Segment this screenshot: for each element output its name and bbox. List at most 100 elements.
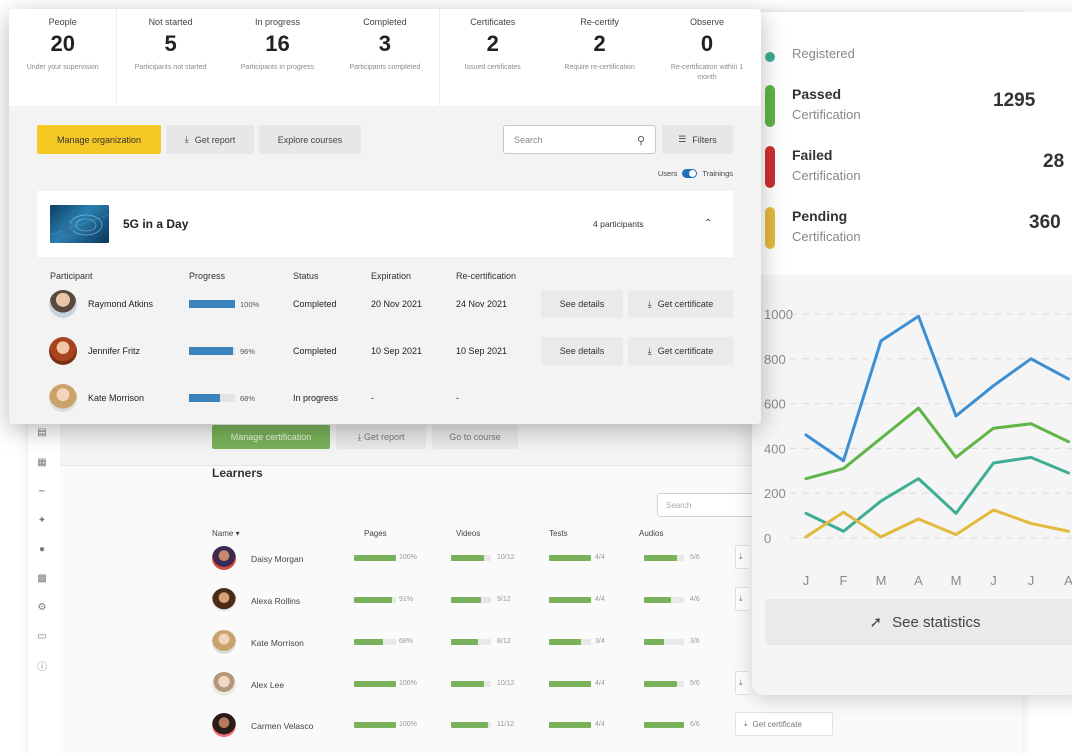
see-details-button[interactable]: See details [541, 290, 623, 318]
get-certificate-label: Get certificate [657, 299, 714, 309]
explore-courses-button[interactable]: Explore courses [259, 125, 361, 154]
folder-icon[interactable]: ▭ [36, 630, 48, 642]
download-icon: ⤓ [739, 594, 743, 603]
progress-bar [189, 394, 235, 402]
person-icon[interactable]: ✦ [36, 514, 48, 526]
stat-value: 5 [164, 31, 177, 56]
videos-value: 8/12 [497, 638, 511, 645]
avatar [212, 713, 236, 737]
back-get-report-button[interactable]: ⤓ Get report [336, 425, 426, 449]
course-title: 5G in a Day [123, 217, 189, 231]
x-tick-label: A [914, 573, 923, 588]
stat-value: 2 [486, 31, 499, 56]
course-thumbnail-art [50, 214, 109, 236]
stat-value: 2 [593, 31, 606, 56]
tests-value: 4/4 [595, 554, 605, 561]
see-statistics-button[interactable]: ➚ See statistics [765, 599, 1072, 645]
avatar [49, 384, 77, 412]
trend-icon[interactable]: ∼ [36, 485, 48, 497]
tests-progress-bar [549, 722, 591, 728]
get-certificate-button[interactable]: ⤓ Get certificate [628, 337, 733, 365]
go-to-course-button[interactable]: Go to course [432, 425, 518, 449]
pages-value: 68% [399, 638, 414, 645]
participant-row: Raymond Atkins 100% Completed 20 Nov 2021 24… [49, 289, 734, 319]
stat-sub: Issued certificates [464, 64, 521, 71]
tests-progress-bar [549, 681, 591, 687]
users-icon[interactable]: ● [36, 543, 48, 555]
audios-value: 4/6 [690, 596, 700, 603]
x-tick-label: M [876, 573, 887, 588]
passed-name: Passed [792, 86, 842, 102]
filters-button[interactable]: ☰ Filters [662, 125, 733, 154]
pages-progress-bar [354, 597, 396, 603]
calendar-icon[interactable]: ▦ [36, 456, 48, 468]
clipboard-icon[interactable]: ▤ [36, 426, 48, 438]
tests-progress-bar [549, 639, 591, 645]
download-icon: ⤓ [184, 134, 189, 144]
col-videos: Videos [456, 529, 481, 538]
get-certificate-button[interactable]: ⤓ Get certificate [628, 290, 733, 318]
registered-legend-swatch [765, 52, 775, 62]
expiration-date: 10 Sep 2021 [371, 346, 423, 356]
col-name[interactable]: Name ▾ [212, 529, 240, 538]
videos-progress-bar [451, 722, 491, 728]
progress-value: 96% [240, 347, 256, 356]
learners-search-input[interactable]: Search [657, 493, 767, 517]
learner-download-button[interactable]: ⤓ [735, 671, 749, 695]
col-participant: Participant [50, 271, 93, 281]
stat-value: 0 [700, 31, 714, 56]
participant-row: Kate Morrison 68% In progress - - [49, 383, 734, 413]
avatar [212, 630, 236, 654]
gear-icon[interactable]: ⚙ [36, 601, 48, 613]
recertification-date: - [456, 393, 459, 403]
download-icon: ⤓ [739, 552, 743, 561]
x-tick-label: J [990, 573, 997, 588]
pages-progress-bar [354, 555, 396, 561]
learners-title: Learners [212, 466, 263, 480]
chevron-up-icon[interactable]: ⌃ [704, 218, 712, 229]
pages-progress-bar [354, 681, 396, 687]
get-report-label: Get report [194, 134, 236, 145]
registered-label: Registered [792, 46, 855, 61]
see-details-button[interactable]: See details [541, 337, 623, 365]
stat-5: Re-certify 2 Require re-certification [546, 9, 653, 106]
stat-sub: Under your supervision [26, 64, 99, 71]
tests-value: 3/4 [595, 638, 605, 645]
pages-value: 91% [399, 596, 414, 603]
learner-row: Carmen Velasco 100% 11/12 4/4 6/6 ⤓ Get certif… [212, 711, 852, 739]
manage-certification-button[interactable]: Manage certification [212, 425, 330, 449]
stat-sub: Re-certification within 1 month [670, 64, 744, 81]
expiration-date: 20 Nov 2021 [371, 299, 423, 309]
learner-get-certificate-button[interactable]: ⤓ Get certificate [735, 712, 833, 736]
pages-progress-bar [354, 722, 396, 728]
pending-value: 360 [1029, 212, 1061, 233]
avatar [212, 588, 236, 612]
learner-download-button[interactable]: ⤓ [735, 587, 749, 611]
building-icon[interactable]: ▩ [36, 572, 48, 584]
stat-sub: Participants not started [134, 64, 207, 71]
get-report-button[interactable]: ⤓ Get report [166, 125, 254, 154]
search-icon[interactable]: ⚲ [637, 134, 645, 147]
course-header[interactable]: 5G in a Day 4 participants ⌃ [37, 191, 733, 257]
users-trainings-toggle[interactable] [682, 169, 698, 178]
videos-progress-bar [451, 555, 491, 561]
help-icon[interactable]: ⓘ [36, 659, 48, 673]
audios-value: 3/6 [690, 638, 700, 645]
pages-value: 100% [399, 721, 417, 728]
recertification-date: 24 Nov 2021 [456, 299, 508, 309]
avatar [49, 337, 77, 365]
passed-legend-swatch [765, 85, 775, 127]
download-icon: ⤓ [744, 719, 748, 728]
recertification-date: 10 Sep 2021 [456, 346, 508, 356]
search-input[interactable]: Search ⚲ [503, 125, 656, 154]
expiration-date: - [371, 393, 374, 403]
col-audios: Audios [639, 529, 664, 538]
toggle-users-label: Users [657, 169, 678, 178]
stat-4: Certificates 2 Issued certificates [438, 9, 546, 106]
avatar [212, 546, 236, 570]
stat-value: 16 [265, 31, 290, 56]
manage-organization-button[interactable]: Manage organization [37, 125, 161, 154]
stat-label: Completed [363, 17, 407, 27]
learner-download-button[interactable]: ⤓ [735, 545, 749, 569]
stat-value: 3 [378, 31, 391, 56]
